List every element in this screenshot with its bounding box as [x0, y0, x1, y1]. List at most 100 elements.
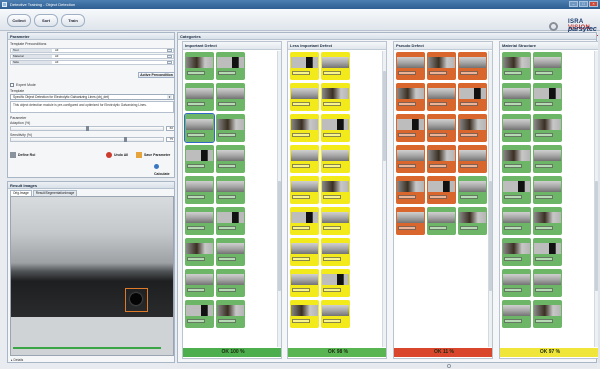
defect-thumbnail-tile[interactable] — [502, 300, 531, 328]
categories-horizontal-scrollbar[interactable] — [177, 364, 597, 368]
defect-thumbnail-tile[interactable] — [290, 52, 319, 80]
precondition-row[interactable]: Material All — [10, 54, 174, 59]
defect-thumbnail-tile[interactable] — [321, 145, 350, 173]
train-button[interactable]: Train — [61, 14, 85, 27]
defect-thumbnail-tile[interactable] — [427, 83, 456, 111]
defect-thumbnail-tile[interactable] — [185, 52, 214, 80]
sensitivity-value-field[interactable]: 75 — [166, 137, 175, 142]
defect-thumbnail-tile[interactable] — [216, 83, 245, 111]
defect-thumbnail-tile[interactable] — [185, 145, 214, 173]
minimize-button[interactable]: – — [569, 1, 578, 7]
precondition-row[interactable]: Tool All — [10, 48, 174, 53]
defect-thumbnail-tile[interactable] — [321, 176, 350, 204]
undo-all-button[interactable]: Undo All — [106, 151, 128, 159]
defect-thumbnail-tile[interactable] — [396, 83, 425, 111]
defect-thumbnail-tile[interactable] — [185, 207, 214, 235]
category-column[interactable]: Pseudo Defect OK 11 % — [393, 41, 493, 359]
defect-thumbnail-tile[interactable] — [290, 269, 319, 297]
category-column[interactable]: Important Defect OK 100 % — [182, 41, 282, 359]
define-roi-button[interactable]: Define Roi — [10, 151, 35, 159]
column-scrollbar-thumb[interactable] — [383, 71, 386, 161]
defect-thumbnail-tile[interactable] — [502, 114, 531, 142]
defect-thumbnail-tile[interactable] — [502, 145, 531, 173]
defect-thumbnail-tile[interactable] — [185, 83, 214, 111]
defect-thumbnail-tile[interactable] — [216, 52, 245, 80]
edit-icon[interactable] — [167, 61, 172, 64]
column-scrollbar[interactable] — [488, 51, 492, 347]
active-precondition-button[interactable]: Active Precondition — [138, 72, 175, 78]
defect-thumbnail-tile[interactable] — [533, 52, 562, 80]
defect-thumbnail-tile[interactable] — [321, 52, 350, 80]
defect-thumbnail-tile[interactable] — [427, 207, 456, 235]
defect-thumbnail-tile[interactable] — [185, 269, 214, 297]
defect-thumbnail-tile[interactable] — [396, 114, 425, 142]
defect-thumbnail-tile[interactable] — [216, 300, 245, 328]
edit-icon[interactable] — [167, 49, 172, 52]
defect-thumbnail-tile[interactable] — [184, 113, 215, 143]
defect-thumbnail-tile[interactable] — [533, 269, 562, 297]
defect-thumbnail-tile[interactable] — [290, 207, 319, 235]
defect-thumbnail-tile[interactable] — [321, 207, 350, 235]
column-scrollbar[interactable] — [382, 51, 386, 347]
defect-thumbnail-tile[interactable] — [216, 176, 245, 204]
column-scrollbar-thumb[interactable] — [278, 181, 281, 291]
defect-thumbnail-tile[interactable] — [290, 300, 319, 328]
defect-thumbnail-tile[interactable] — [502, 238, 531, 266]
defect-thumbnail-tile[interactable] — [321, 300, 350, 328]
defect-thumbnail-tile[interactable] — [458, 83, 487, 111]
defect-thumbnail-tile[interactable] — [533, 207, 562, 235]
defect-thumbnail-tile[interactable] — [458, 114, 487, 142]
details-expander[interactable]: ▸ Details — [11, 358, 23, 362]
defect-thumbnail-tile[interactable] — [502, 52, 531, 80]
collect-button[interactable]: Collect — [7, 14, 31, 27]
defect-thumbnail-tile[interactable] — [427, 145, 456, 173]
defect-thumbnail-tile[interactable] — [502, 176, 531, 204]
edit-icon[interactable] — [167, 55, 172, 58]
defect-thumbnail-tile[interactable] — [427, 176, 456, 204]
defect-thumbnail-tile[interactable] — [185, 238, 214, 266]
defect-thumbnail-tile[interactable] — [396, 207, 425, 235]
adaption-value-field[interactable]: 60 — [166, 126, 175, 131]
defect-thumbnail-tile[interactable] — [321, 83, 350, 111]
defect-thumbnail-tile[interactable] — [321, 114, 350, 142]
defect-thumbnail-tile[interactable] — [533, 145, 562, 173]
roi-rectangle[interactable] — [125, 288, 148, 312]
defect-thumbnail-tile[interactable] — [427, 52, 456, 80]
defect-thumbnail-tile[interactable] — [396, 176, 425, 204]
defect-thumbnail-tile[interactable] — [458, 145, 487, 173]
defect-thumbnail-tile[interactable] — [216, 269, 245, 297]
category-column[interactable]: Material Structure OK 97 % — [499, 41, 599, 359]
close-button[interactable]: × — [589, 1, 598, 7]
column-scrollbar-thumb[interactable] — [489, 181, 492, 291]
save-parameter-button[interactable]: Save Parameter — [136, 151, 170, 159]
result-image-view[interactable] — [10, 196, 174, 356]
sensitivity-slider-thumb[interactable] — [123, 137, 127, 142]
defect-thumbnail-tile[interactable] — [321, 269, 350, 297]
defect-thumbnail-tile[interactable] — [533, 300, 562, 328]
sensitivity-slider[interactable] — [10, 137, 164, 142]
precondition-row[interactable]: Side All — [10, 60, 174, 65]
maximize-button[interactable]: □ — [579, 1, 588, 7]
defect-thumbnail-tile[interactable] — [533, 176, 562, 204]
column-scrollbar[interactable] — [277, 51, 281, 347]
defect-thumbnail-tile[interactable] — [216, 207, 245, 235]
sort-button[interactable]: Sort — [34, 14, 58, 27]
category-column[interactable]: Less Important Defect OK 98 % — [287, 41, 387, 359]
scroll-knob[interactable] — [447, 364, 451, 368]
defect-thumbnail-tile[interactable] — [216, 238, 245, 266]
defect-thumbnail-tile[interactable] — [290, 176, 319, 204]
defect-thumbnail-tile[interactable] — [321, 238, 350, 266]
defect-thumbnail-tile[interactable] — [502, 269, 531, 297]
gear-icon[interactable] — [549, 22, 558, 31]
expert-mode-checkbox[interactable] — [10, 83, 14, 87]
adaption-slider[interactable] — [10, 126, 164, 131]
defect-thumbnail-tile[interactable] — [396, 52, 425, 80]
defect-thumbnail-tile[interactable] — [185, 176, 214, 204]
adaption-slider-thumb[interactable] — [86, 126, 89, 131]
defect-thumbnail-tile[interactable] — [502, 83, 531, 111]
defect-thumbnail-tile[interactable] — [185, 300, 214, 328]
calculate-button[interactable]: Calculate — [154, 162, 176, 176]
defect-thumbnail-tile[interactable] — [502, 207, 531, 235]
defect-thumbnail-tile[interactable] — [396, 145, 425, 173]
defect-thumbnail-tile[interactable] — [458, 176, 487, 204]
